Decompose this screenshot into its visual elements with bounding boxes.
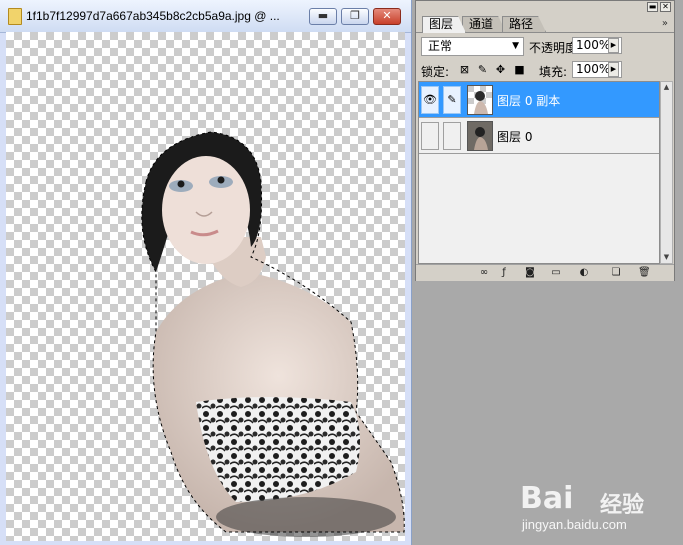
panel-footer: ∞ ƒ ◙ ▭ ◐ ❏ 🗑	[416, 264, 674, 281]
new-layer-icon[interactable]: ❏	[610, 267, 622, 279]
layers-panel: ▬ ✕ 图层 通道 路径 » 正常 ▼ 不透明度: 100% ▶ 锁定: ⊠ ✎…	[415, 0, 675, 281]
chevron-down-icon: ▼	[512, 41, 519, 51]
panel-minimize-button[interactable]: ▬	[647, 2, 658, 12]
panel-close-button[interactable]: ✕	[660, 2, 671, 12]
document-file-icon	[8, 8, 22, 25]
layers-scrollbar[interactable]: ▲ ▼	[660, 81, 673, 264]
trash-icon[interactable]: 🗑	[638, 267, 651, 279]
scroll-up-icon[interactable]: ▲	[661, 82, 672, 93]
scroll-down-icon[interactable]: ▼	[661, 252, 672, 263]
image-canvas[interactable]	[6, 32, 405, 541]
baidu-watermark: Bai 经验 jingyan.baidu.com	[520, 481, 660, 532]
watermark-brand: Bai	[520, 481, 574, 516]
blend-mode-value: 正常	[428, 39, 453, 53]
watermark-brand-cn: 经验	[600, 493, 645, 518]
lock-label: 锁定:	[421, 65, 450, 79]
opacity-arrow-icon[interactable]: ▶	[608, 38, 619, 53]
panel-menu-icon[interactable]: »	[662, 18, 668, 29]
layer-name: 图层 0 副本	[497, 94, 561, 108]
layer-thumbnail	[467, 85, 493, 115]
tab-layers[interactable]: 图层	[422, 16, 467, 33]
layer-row-base[interactable]: 图层 0	[419, 118, 659, 154]
panel-tabs: 图层 通道 路径 »	[416, 14, 674, 33]
layer-thumbnail	[467, 121, 493, 151]
checker-icon[interactable]: ⊠	[458, 63, 471, 76]
cutout-photo	[141, 131, 405, 537]
layer-row-copy[interactable]: 👁 ✎ 图层 0 副本	[419, 82, 659, 118]
mask-icon[interactable]: ◙	[524, 267, 536, 279]
layer-name: 图层 0	[497, 130, 533, 144]
lock-icon[interactable]: ■	[513, 63, 526, 76]
minimize-button[interactable]: ▬	[309, 8, 337, 25]
visibility-toggle[interactable]	[421, 122, 439, 150]
panel-header: ▬ ✕	[416, 1, 674, 13]
move-icon[interactable]: ✥	[494, 63, 507, 76]
restore-button[interactable]: ❐	[341, 8, 369, 25]
tab-channels[interactable]: 通道	[462, 16, 507, 32]
folder-icon[interactable]: ▭	[550, 267, 562, 279]
eye-icon[interactable]: 👁	[421, 86, 439, 114]
blend-mode-select[interactable]: 正常 ▼	[421, 37, 524, 56]
adjustment-icon[interactable]: ◐	[578, 267, 590, 279]
close-button[interactable]: ✕	[373, 8, 401, 25]
brush-icon[interactable]: ✎	[443, 86, 461, 114]
tab-paths[interactable]: 路径	[502, 16, 547, 32]
layers-list: 👁 ✎ 图层 0 副本 图层 0	[418, 81, 660, 264]
document-titlebar[interactable]: 1f1b7f12997d7a667ab345b8c2cb5a9a.jpg @ .…	[0, 0, 411, 33]
fill-arrow-icon[interactable]: ▶	[608, 62, 619, 77]
fill-label: 填充:	[539, 65, 568, 79]
link-icon[interactable]: ∞	[478, 267, 490, 279]
link-slot[interactable]	[443, 122, 461, 150]
document-title: 1f1b7f12997d7a667ab345b8c2cb5a9a.jpg @ .…	[26, 9, 280, 23]
brush-icon[interactable]: ✎	[476, 63, 489, 76]
watermark-url: jingyan.baidu.com	[522, 517, 627, 532]
fx-icon[interactable]: ƒ	[498, 267, 510, 279]
document-window: 1f1b7f12997d7a667ab345b8c2cb5a9a.jpg @ .…	[0, 0, 412, 545]
